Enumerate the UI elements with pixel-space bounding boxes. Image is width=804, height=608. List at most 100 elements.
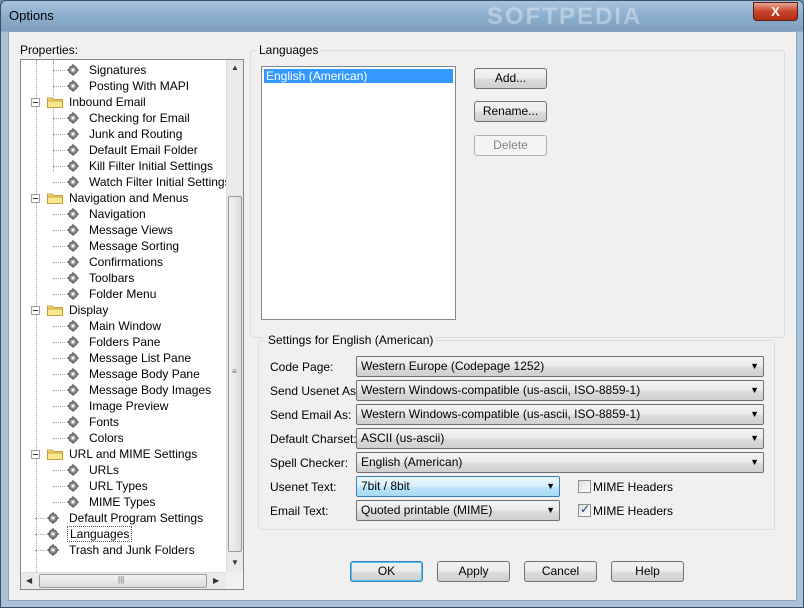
collapse-icon[interactable] (31, 98, 40, 107)
tree-node-label: Navigation and Menus (69, 191, 189, 205)
tree-connector (53, 86, 65, 87)
chevron-down-icon: ▼ (750, 361, 759, 371)
tree-node-label: Display (69, 303, 109, 317)
cancel-button[interactable]: Cancel (524, 561, 597, 582)
gear-icon (67, 160, 79, 172)
email-mime-headers-label: MIME Headers (593, 504, 674, 518)
send-email-label: Send Email As: (270, 408, 352, 422)
tree-connector (53, 262, 65, 263)
tree-node-label: Message Views (89, 223, 173, 237)
tree-node-label: Checking for Email (89, 111, 190, 125)
chevron-down-icon: ▼ (546, 481, 555, 491)
collapse-icon[interactable] (31, 194, 40, 203)
tree-node-label: Colors (89, 431, 124, 445)
email-text-label: Email Text: (270, 504, 329, 518)
tree-connector (53, 118, 65, 119)
grip-icon: ≡ (232, 367, 237, 376)
tree-node-label: Message Body Pane (89, 367, 200, 381)
rename-button[interactable]: Rename... (474, 101, 547, 122)
properties-label: Properties: (20, 43, 79, 57)
default-charset-label: Default Charset: (270, 432, 357, 446)
gear-icon (67, 80, 79, 92)
tree-connector (53, 230, 65, 231)
softpedia-watermark: SOFTPEDIA (487, 3, 643, 30)
tree-viewport: Signatures Posting With MAPI Inbound Email… (21, 60, 226, 572)
tree-connector (53, 326, 65, 327)
tree-node-label: Junk and Routing (89, 127, 183, 141)
chevron-down-icon: ▼ (546, 505, 555, 515)
tree-vscroll-thumb[interactable]: ≡ (228, 196, 242, 552)
email-mime-headers-checkbox[interactable]: ✓ (578, 502, 591, 517)
gear-icon (67, 112, 79, 124)
scroll-right-icon[interactable]: ▶ (213, 576, 219, 585)
tree-node-label: Folders Pane (89, 335, 161, 349)
gear-icon (47, 512, 59, 524)
tree-node-label: Posting With MAPI (89, 79, 190, 93)
languages-group-label: Languages (257, 43, 321, 57)
gear-icon (67, 480, 79, 492)
tree-hscroll-thumb[interactable]: ||| (39, 574, 207, 588)
scroll-left-icon[interactable]: ◀ (26, 576, 32, 585)
spell-checker-value: English (American) (361, 455, 463, 469)
tree-node-label: Confirmations (89, 255, 164, 269)
collapse-icon[interactable] (31, 450, 40, 459)
tree-node-label: Signatures (89, 63, 147, 77)
delete-button[interactable]: Delete (474, 135, 547, 156)
scroll-up-icon[interactable]: ▲ (231, 63, 239, 72)
folder-open-icon (47, 96, 63, 108)
close-button[interactable]: X (753, 2, 798, 21)
tree-connector (53, 502, 65, 503)
gear-icon (67, 464, 79, 476)
title-bar[interactable]: Options SOFTPEDIA X (1, 1, 803, 31)
gear-icon (67, 320, 79, 332)
tree-node-label: Message Body Images (89, 383, 212, 397)
tree-guide (36, 60, 37, 572)
send-usenet-select[interactable]: Western Windows-compatible (us-ascii, IS… (356, 380, 764, 401)
send-usenet-value: Western Windows-compatible (us-ascii, IS… (361, 383, 641, 397)
usenet-text-label: Usenet Text: (270, 480, 337, 494)
email-text-select[interactable]: Quoted printable (MIME) ▼ (356, 500, 560, 521)
properties-tree[interactable]: Signatures Posting With MAPI Inbound Email… (20, 59, 244, 590)
tree-node-label: Message List Pane (89, 351, 192, 365)
tree-connector (53, 134, 65, 135)
default-charset-select[interactable]: ASCII (us-ascii) ▼ (356, 428, 764, 449)
gear-icon (67, 128, 79, 140)
code-page-label: Code Page: (270, 360, 334, 374)
gear-icon (67, 64, 79, 76)
usenet-text-select[interactable]: 7bit / 8bit ▼ (356, 476, 560, 497)
tree-connector (35, 518, 45, 519)
gear-icon (67, 400, 79, 412)
gear-icon (47, 544, 59, 556)
languages-list[interactable]: English (American) (261, 66, 456, 320)
code-page-select[interactable]: Western Europe (Codepage 1252) ▼ (356, 356, 764, 377)
apply-button[interactable]: Apply (437, 561, 510, 582)
tree-node-label: URL and MIME Settings (69, 447, 198, 461)
usenet-mime-headers-checkbox[interactable] (578, 480, 591, 493)
tree-node-label: Watch Filter Initial Settings (89, 175, 226, 189)
tree-node-label: Image Preview (89, 399, 169, 413)
tree-node-label: Default Program Settings (69, 511, 204, 525)
gear-icon (67, 496, 79, 508)
spell-checker-select[interactable]: English (American) ▼ (356, 452, 764, 473)
chevron-down-icon: ▼ (750, 385, 759, 395)
tree-vertical-scrollbar[interactable]: ▲ ≡ ▼ (226, 60, 243, 572)
gear-icon (67, 432, 79, 444)
tree-node-label: Fonts (89, 415, 120, 429)
code-page-value: Western Europe (Codepage 1252) (361, 359, 545, 373)
dialog-client: Properties: Signatures Posting With MAPI I… (8, 31, 797, 601)
send-email-select[interactable]: Western Windows-compatible (us-ascii, IS… (356, 404, 764, 425)
grip-icon: ||| (118, 575, 125, 584)
gear-icon (67, 176, 79, 188)
tree-horizontal-scrollbar[interactable]: ◀ ||| ▶ (21, 572, 226, 589)
language-item-english[interactable]: English (American) (264, 69, 453, 83)
spell-checker-label: Spell Checker: (270, 456, 349, 470)
scroll-down-icon[interactable]: ▼ (231, 558, 239, 567)
add-button[interactable]: Add... (474, 68, 547, 89)
help-button[interactable]: Help (611, 561, 684, 582)
tree-connector (53, 470, 65, 471)
collapse-icon[interactable] (31, 306, 40, 315)
tree-connector (53, 150, 65, 151)
tree-connector (53, 358, 65, 359)
ok-button[interactable]: OK (350, 561, 423, 582)
tree-connector (53, 374, 65, 375)
